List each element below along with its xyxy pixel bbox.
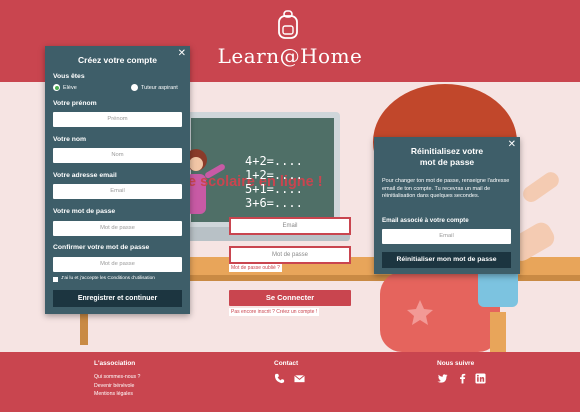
board-line: 4+2=.... xyxy=(245,154,303,168)
email-label: Votre adresse email xyxy=(53,172,117,179)
footer-social-heading: Nous suivre xyxy=(437,360,475,367)
create-account-link[interactable]: Pas encore inscrit ? Créez un compte ! xyxy=(229,308,320,316)
reset-title-line1: Réinitialisez votre xyxy=(410,146,484,156)
radio-student-label: Elève xyxy=(63,85,77,91)
signup-title: Créez votre compte xyxy=(78,55,157,65)
board-line: 3+6=.... xyxy=(245,196,303,210)
footer-link-volunteer[interactable]: Devenir bénévole xyxy=(94,382,140,391)
password-input[interactable]: Mot de passe xyxy=(53,221,182,236)
password-label: Votre mot de passe xyxy=(53,208,116,215)
board-line: 5+1=.... xyxy=(245,182,303,196)
radio-tutor-label: Tuteur aspirant xyxy=(141,85,178,91)
facebook-icon[interactable] xyxy=(457,373,468,384)
reset-email-input[interactable]: Email xyxy=(382,229,511,244)
footer-contact-heading: Contact xyxy=(274,360,299,367)
radio-student[interactable] xyxy=(53,84,60,91)
email-input[interactable]: Email xyxy=(53,184,182,199)
site-logo-text[interactable]: Learn@Home xyxy=(200,44,380,68)
login-button[interactable]: Se Connecter xyxy=(229,290,351,306)
footer-association-links: Qui sommes-nous ? Devenir bénévole Menti… xyxy=(94,373,140,399)
backpack-icon xyxy=(278,10,298,39)
firstname-label: Votre prénom xyxy=(53,100,97,107)
phone-icon[interactable] xyxy=(274,373,285,384)
reset-email-label: Email associé à votre compte xyxy=(382,217,469,224)
firstname-input[interactable]: Prénom xyxy=(53,112,182,127)
signup-modal: ✕ Créez votre compte Vous êtes Elève Tut… xyxy=(45,46,190,314)
linkedin-icon[interactable] xyxy=(475,373,486,384)
mail-icon[interactable] xyxy=(294,373,305,384)
reset-password-button[interactable]: Réinitialiser mon mot de passe xyxy=(382,252,511,268)
lastname-input[interactable]: Nom xyxy=(53,148,182,163)
confirm-password-label: Confirmer votre mot de passe xyxy=(53,244,150,251)
reset-password-modal: ✕ Réinitialisez votre mot de passe Pour … xyxy=(374,137,520,274)
site-footer: L'association Qui sommes-nous ? Devenir … xyxy=(0,352,580,412)
reset-title-line2: mot de passe xyxy=(419,157,475,167)
confirm-password-input[interactable]: Mot de passe xyxy=(53,257,182,272)
role-label: Vous êtes xyxy=(53,73,85,80)
reset-description: Pour changer ton mot de passe, renseigne… xyxy=(382,178,510,199)
twitter-icon[interactable] xyxy=(437,373,448,384)
footer-link-legal[interactable]: Mentions légales xyxy=(94,390,140,399)
register-button[interactable]: Enregistrer et continuer xyxy=(53,290,182,307)
radio-tutor[interactable] xyxy=(131,84,138,91)
board-line: 1+2=.... xyxy=(245,168,303,182)
footer-association-heading: L'association xyxy=(94,360,136,367)
footer-link-about[interactable]: Qui sommes-nous ? xyxy=(94,373,140,382)
forgot-password-link[interactable]: Mot de passe oublié ? xyxy=(229,264,282,272)
login-email-input[interactable]: Email xyxy=(229,217,351,235)
terms-label: J'ai lu et j'accepte les Conditions d'ut… xyxy=(61,276,155,281)
reset-title: Réinitialisez votre mot de passe xyxy=(374,146,520,168)
lastname-label: Votre nom xyxy=(53,136,87,143)
login-password-input[interactable]: Mot de passe xyxy=(229,246,351,264)
terms-checkbox[interactable] xyxy=(53,277,58,282)
chalkboard-math: 4+2=.... 1+2=.... 5+1=.... 3+6=.... xyxy=(245,154,335,210)
